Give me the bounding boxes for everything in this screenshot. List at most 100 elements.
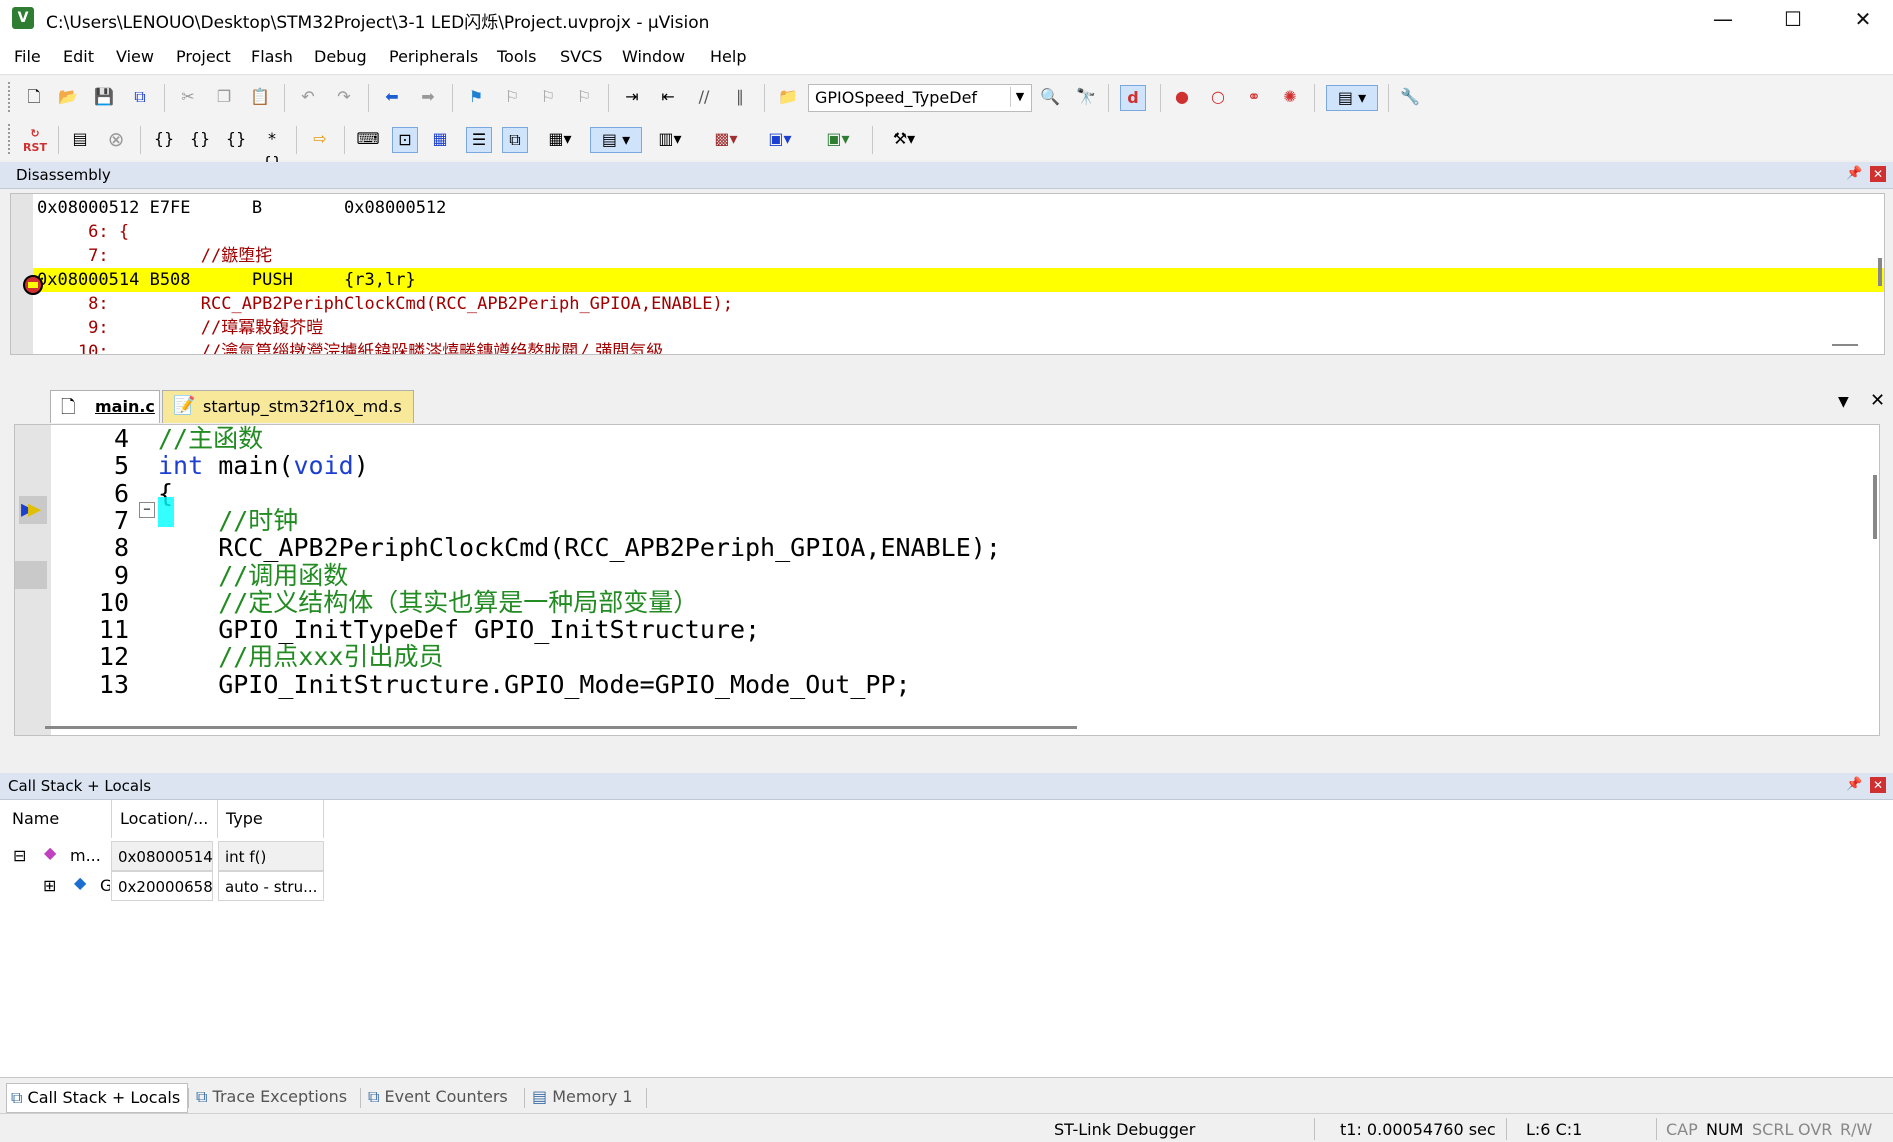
memory-window-icon[interactable]: ▤ ▾ [590, 127, 642, 153]
disassembly-scrollbar[interactable] [1878, 258, 1882, 286]
expand-icon[interactable]: ⊞ [43, 876, 56, 895]
paste-icon[interactable]: 📋 [248, 85, 272, 109]
find-in-files-icon[interactable]: 📁 [776, 85, 800, 109]
find-icon[interactable]: 🔍 [1038, 85, 1062, 109]
menu-window[interactable]: Window [622, 47, 685, 66]
navigate-forward-icon[interactable]: ➡ [416, 85, 440, 109]
disassembly-view[interactable]: 0x08000512 E7FE B 0x08000512 6: { 7: //鏃… [10, 193, 1885, 355]
tab-main-c[interactable]: 🗋 main.c [50, 390, 160, 423]
menu-view[interactable]: View [116, 47, 154, 66]
tab-startup-file[interactable]: 📝 startup_stm32f10x_md.s [162, 390, 414, 423]
call-stack-window-icon[interactable]: ⧉ [502, 127, 528, 153]
command-window-icon[interactable]: ⌨ [356, 127, 380, 151]
disassembly-line[interactable]: 6: { [37, 220, 1884, 244]
disassembly-gutter[interactable] [11, 194, 33, 354]
chevron-down-icon[interactable]: ▼ [1838, 394, 1849, 410]
menu-file[interactable]: File [14, 47, 41, 66]
indent-icon[interactable]: ⇥ [620, 85, 644, 109]
cut-icon[interactable]: ✂ [176, 85, 200, 109]
editor-vscroll[interactable] [1873, 475, 1877, 539]
minimize-button[interactable]: — [1688, 0, 1758, 38]
menu-edit[interactable]: Edit [63, 47, 94, 66]
configure-icon[interactable]: 🔧 [1398, 85, 1422, 109]
trace-window-icon[interactable]: ▣▾ [760, 127, 800, 151]
next-bookmark-icon[interactable]: ⚐ [536, 85, 560, 109]
symbols-window-icon[interactable]: ▦ [428, 127, 452, 151]
menu-debug[interactable]: Debug [314, 47, 367, 66]
insert-breakpoint-icon[interactable]: ● [1170, 85, 1194, 109]
serial-window-icon[interactable]: ▥▾ [650, 127, 690, 151]
step-icon[interactable]: {} [152, 127, 176, 151]
column-type[interactable]: Type [218, 800, 324, 838]
step-over-icon[interactable]: {} [188, 127, 212, 151]
menu-flash[interactable]: Flash [251, 47, 293, 66]
incremental-find-icon[interactable]: 🔭 [1074, 85, 1098, 109]
debug-session-icon[interactable]: d [1120, 85, 1146, 111]
save-all-icon[interactable]: ⧉ [128, 85, 152, 109]
undo-icon[interactable]: ↶ [296, 85, 320, 109]
copy-icon[interactable]: ❐ [212, 85, 236, 109]
disassembly-line[interactable]: 0x08000512 E7FE B 0x08000512 [37, 196, 1884, 220]
tab-trace-exceptions[interactable]: ⧉ Trace Exceptions [196, 1083, 347, 1111]
menu-peripherals[interactable]: Peripherals [389, 47, 478, 66]
find-combo[interactable]: GPIOSpeed_TypeDef ▼ [808, 84, 1032, 112]
menu-tools[interactable]: Tools [497, 47, 536, 66]
tab-memory-1[interactable]: ▤ Memory 1 [532, 1083, 633, 1111]
tab-event-counters[interactable]: ⧉ Event Counters [368, 1083, 508, 1111]
uncomment-icon[interactable]: ∥ [728, 85, 752, 109]
disassembly-line[interactable]: 7: //鏃堕挓 [37, 244, 1884, 268]
collapse-icon[interactable]: ⊟ [13, 846, 26, 865]
reset-icon[interactable]: ↻ RST [20, 127, 50, 154]
watch-window-icon[interactable]: ▦▾ [540, 127, 580, 151]
close-icon[interactable]: ✕ [1870, 390, 1885, 411]
open-file-icon[interactable]: 📂 [56, 85, 80, 109]
close-panel-icon[interactable]: ✕ [1870, 166, 1886, 182]
tab-call-stack-locals[interactable]: ⧉ Call Stack + Locals [6, 1083, 188, 1113]
callstack-view[interactable]: Name Location/... Type ⊟ ◆ m... 0x080005… [0, 800, 1893, 1077]
column-location[interactable]: Location/... [112, 800, 218, 838]
comment-icon[interactable]: // [692, 85, 716, 109]
bookmark-icon[interactable]: ⚑ [464, 85, 488, 109]
pin-icon[interactable]: 📌 [1846, 777, 1862, 793]
run-icon[interactable]: ▤ [68, 127, 92, 151]
maximize-button[interactable]: ☐ [1758, 0, 1828, 38]
fold-collapse-icon[interactable]: − [139, 502, 155, 518]
disable-breakpoints-icon[interactable]: ⚭ [1242, 85, 1266, 109]
close-button[interactable]: ✕ [1828, 0, 1893, 38]
registers-window-icon[interactable]: ☰ [466, 127, 492, 153]
clear-bookmarks-icon[interactable]: ⚐ [572, 85, 596, 109]
run-to-cursor-icon[interactable]: *{} [260, 127, 284, 172]
system-viewer-icon[interactable]: ▣▾ [818, 127, 858, 151]
code-editor[interactable]: 4//主函数 5 int main(void) 6{7 //时钟 8 RCC_APB2P… [14, 424, 1880, 736]
chevron-down-icon[interactable]: ▼ [1010, 87, 1029, 107]
disassembly-hscroll[interactable] [1832, 344, 1858, 346]
menu-svcs[interactable]: SVCS [560, 47, 602, 66]
save-icon[interactable]: 💾 [92, 85, 116, 109]
prev-bookmark-icon[interactable]: ⚐ [500, 85, 524, 109]
analysis-window-icon[interactable]: ▩▾ [706, 127, 746, 151]
toolbox-icon[interactable]: ⚒▾ [884, 127, 924, 151]
disassembly-line[interactable]: 10: //瀹氫箟缁撴瀯浣擄紙鍏跺疄涔熺畻鏄竴绉嶅眬閮ㄥ彉閲忥級 [37, 340, 1884, 354]
menu-help[interactable]: Help [710, 47, 746, 66]
step-out-icon[interactable]: {} [224, 127, 248, 151]
disassembly-line[interactable]: 9: //璋冪敤鍑芥暟 [37, 316, 1884, 340]
stop-icon[interactable]: ⊗ [104, 127, 128, 151]
window-layout-icon[interactable]: ▤ ▾ [1326, 85, 1378, 111]
current-instruction-line[interactable]: 0x08000514 B508 PUSH {r3,lr} [33, 268, 1884, 292]
toolbar-grip[interactable] [8, 124, 14, 154]
column-name[interactable]: Name [4, 800, 112, 838]
unindent-icon[interactable]: ⇤ [656, 85, 680, 109]
disassembly-line[interactable]: 8: RCC_APB2PeriphClockCmd(RCC_APB2Periph… [37, 292, 1884, 316]
show-next-statement-icon[interactable]: ⇨ [308, 127, 332, 151]
kill-breakpoints-icon[interactable]: ✺ [1278, 85, 1302, 109]
disassembly-window-icon[interactable]: ⊡ [392, 127, 418, 153]
pin-icon[interactable]: 📌 [1846, 166, 1862, 182]
enable-breakpoint-icon[interactable]: ○ [1206, 85, 1230, 109]
new-file-icon[interactable]: 🗋 [22, 85, 46, 109]
navigate-back-icon[interactable]: ⬅ [380, 85, 404, 109]
editor-hscroll[interactable] [45, 726, 1077, 729]
menu-project[interactable]: Project [176, 47, 231, 66]
toolbar-grip[interactable] [8, 82, 14, 112]
redo-icon[interactable]: ↷ [332, 85, 356, 109]
close-panel-icon[interactable]: ✕ [1870, 777, 1886, 793]
